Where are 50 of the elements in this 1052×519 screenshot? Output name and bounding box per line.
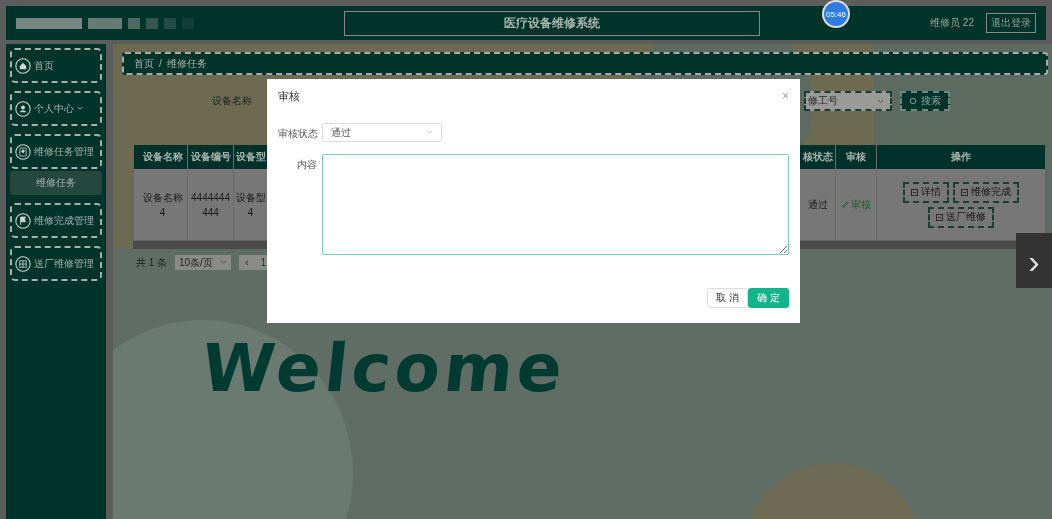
breadcrumb-link[interactable]: 维修任务: [166, 56, 207, 71]
sidebar-item[interactable]: 维修完成管理: [10, 203, 102, 238]
column-header: 设备名称: [133, 145, 188, 169]
sidebar-item[interactable]: 维修任务管理: [10, 134, 102, 169]
user-name: 维修员 22: [930, 16, 974, 30]
next-arrow-button[interactable]: ›: [1016, 233, 1052, 288]
search-button[interactable]: 搜索: [900, 91, 950, 111]
breadcrumb-separator: /: [159, 58, 162, 69]
field-label: 设备名称: [212, 94, 252, 108]
search-icon: [909, 96, 918, 106]
page-size-select[interactable]: 10条/页: [175, 255, 232, 270]
document-icon: [961, 188, 968, 196]
logout-link[interactable]: 退出登录: [986, 13, 1036, 33]
column-header: 设备编号: [188, 145, 234, 169]
chevron-down-icon: [426, 130, 433, 135]
content-field[interactable]: [322, 154, 789, 255]
breadcrumb-link[interactable]: 首页: [134, 56, 154, 71]
sidebar-item[interactable]: 送厂维修管理: [10, 246, 102, 281]
dialog-title: 审核: [278, 88, 300, 104]
sidebar-item[interactable]: 首页: [10, 48, 102, 83]
field-label: 内容: [296, 158, 317, 172]
pencil-icon: [841, 201, 849, 208]
column-header: 操作: [950, 150, 972, 164]
action-button[interactable]: 送厂维修: [928, 206, 994, 228]
home-icon: [15, 57, 31, 74]
flag-icon: [15, 212, 31, 229]
app-title: 医疗设备维修系统: [344, 10, 761, 36]
status-select[interactable]: 通过: [322, 123, 442, 142]
welcome-heading: Welcome: [197, 330, 570, 407]
column-header: 审核: [836, 145, 877, 169]
sidebar-subitem[interactable]: 维修任务: [10, 171, 102, 195]
document-icon: [936, 213, 943, 221]
previous-page-button[interactable]: ‹: [239, 255, 255, 270]
select-field[interactable]: 修工号: [804, 91, 892, 111]
grid-icon: [15, 255, 31, 272]
clock-badge: 05:46: [822, 0, 850, 28]
id-badge-icon: [15, 143, 31, 160]
user-icon: [15, 100, 31, 117]
action-button[interactable]: 维修完成: [953, 181, 1019, 203]
cancel-button[interactable]: 取 消: [707, 288, 748, 308]
chevron-down-icon: [877, 98, 884, 104]
sidebar-item[interactable]: 个人中心: [10, 91, 102, 126]
total-count: 共 1 条: [136, 255, 168, 270]
table-cell-text: 设备型 4: [234, 190, 267, 220]
chevron-down-icon: [220, 260, 228, 265]
action-button[interactable]: 详情: [903, 181, 949, 203]
field-label: 审核状态: [278, 127, 317, 141]
close-button[interactable]: ×: [782, 89, 789, 103]
column-header: 设备型: [234, 150, 267, 164]
document-icon: [911, 188, 918, 196]
